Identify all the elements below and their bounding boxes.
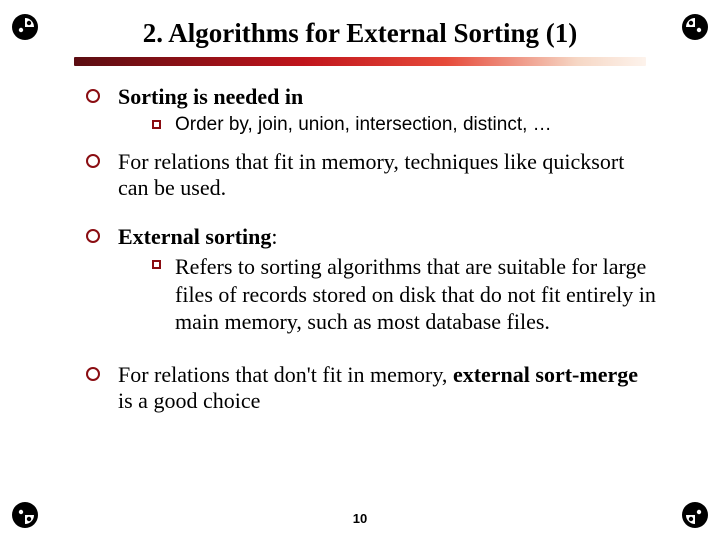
bullet-lead-bold: External sorting xyxy=(118,224,271,249)
list-item: For relations that fit in memory, techni… xyxy=(86,149,656,203)
bullet-bold: external sort-merge xyxy=(453,362,638,387)
circle-bullet-icon xyxy=(86,367,100,381)
square-bullet-icon xyxy=(152,260,161,269)
list-subitem: Order by, join, union, intersection, dis… xyxy=(152,113,656,137)
circle-bullet-icon xyxy=(86,89,100,103)
bullet-text: External sorting: xyxy=(118,224,656,251)
circle-bullet-icon xyxy=(86,154,100,168)
bullet-text: Sorting is needed in xyxy=(118,84,656,111)
bullet-pre: For relations that don't fit in memory, xyxy=(118,362,453,387)
bullet-post: is a good choice xyxy=(118,388,260,413)
list-subitem: Refers to sorting algorithms that are su… xyxy=(152,253,656,336)
flip-icon xyxy=(10,12,40,42)
circle-bullet-icon xyxy=(86,229,100,243)
title-rule xyxy=(74,57,646,66)
sub-bullet-text: Refers to sorting algorithms that are su… xyxy=(175,253,656,336)
page-number: 10 xyxy=(0,511,720,526)
flip-icon xyxy=(680,12,710,42)
list-item: External sorting: Refers to sorting algo… xyxy=(86,224,656,339)
list-item: Sorting is needed in Order by, join, uni… xyxy=(86,84,656,141)
list-item: For relations that don't fit in memory, … xyxy=(86,362,656,416)
slide-content: Sorting is needed in Order by, join, uni… xyxy=(86,84,656,415)
slide-title: 2. Algorithms for External Sorting (1) xyxy=(74,18,646,49)
square-bullet-icon xyxy=(152,120,161,129)
bullet-text: For relations that fit in memory, techni… xyxy=(118,149,656,203)
sub-bullet-text: Order by, join, union, intersection, dis… xyxy=(175,113,552,137)
bullet-text: For relations that don't fit in memory, … xyxy=(118,362,656,416)
slide: 2. Algorithms for External Sorting (1) S… xyxy=(0,0,720,540)
bullet-lead-tail: : xyxy=(271,224,277,249)
